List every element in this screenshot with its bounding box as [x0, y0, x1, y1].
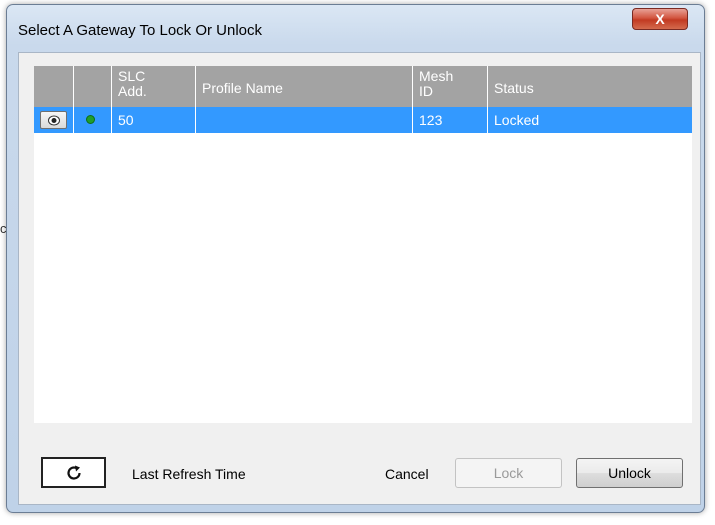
column-header-view: [34, 66, 74, 107]
indicator-cell: [74, 107, 112, 133]
view-cell: [34, 107, 74, 133]
column-header-profile-name[interactable]: Profile Name: [196, 66, 413, 107]
dialog-title: Select A Gateway To Lock Or Unlock: [18, 22, 263, 39]
last-refresh-time-label: Last Refresh Time: [132, 466, 246, 482]
cancel-button[interactable]: Cancel: [385, 466, 429, 482]
column-header-mesh-id[interactable]: Mesh ID: [413, 66, 488, 107]
view-row-button[interactable]: [40, 111, 67, 129]
gateway-table: SLC Add. Profile Name Mesh ID Status 50 …: [34, 66, 692, 423]
refresh-button[interactable]: [41, 457, 106, 488]
slc-add-cell: 50: [112, 107, 196, 133]
lock-button[interactable]: Lock: [455, 458, 562, 488]
unlock-button[interactable]: Unlock: [576, 458, 683, 488]
table-header: SLC Add. Profile Name Mesh ID Status: [34, 66, 692, 107]
table-row[interactable]: 50 123 Locked: [34, 107, 692, 133]
column-header-status[interactable]: Status: [488, 66, 692, 107]
profile-name-cell: [196, 107, 413, 133]
column-header-indicator: [74, 66, 112, 107]
column-header-slc-add[interactable]: SLC Add.: [112, 66, 196, 107]
green-status-dot-icon: [86, 115, 95, 124]
close-button[interactable]: X: [632, 8, 688, 30]
status-cell: Locked: [494, 112, 540, 128]
mesh-id-cell: 123: [413, 107, 488, 133]
